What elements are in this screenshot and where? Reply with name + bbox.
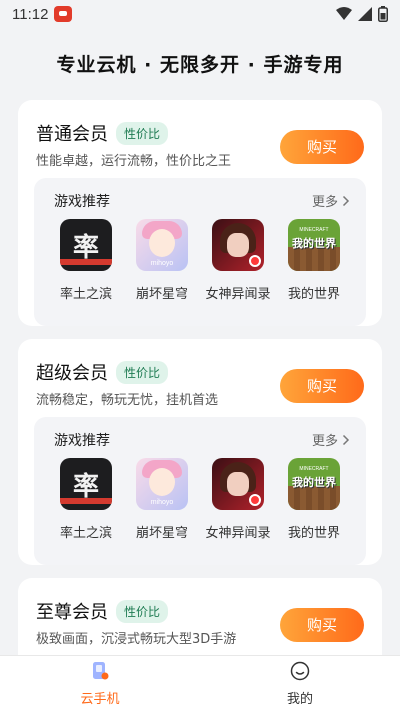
signal-icon bbox=[358, 7, 372, 21]
status-indicators bbox=[336, 6, 388, 22]
recommendations-title: 游戏推荐 bbox=[54, 433, 110, 449]
game-name: 女神异闻录 bbox=[205, 526, 271, 541]
battery-icon bbox=[378, 6, 388, 22]
game-icon-logo: 我的世界 bbox=[292, 476, 336, 489]
game-list: 率 率土之滨 mihoyo 崩坏星穹 女神异闻录 MINECRAFT 我的世界 … bbox=[48, 458, 352, 541]
more-link[interactable]: 更多 bbox=[312, 191, 350, 210]
tab-label: 我的 bbox=[286, 691, 313, 707]
more-label: 更多 bbox=[311, 434, 338, 449]
plan-name: 超级会员 bbox=[36, 363, 108, 384]
game-icon bbox=[212, 458, 264, 510]
game-icon: MINECRAFT 我的世界 bbox=[288, 458, 340, 510]
game-icon: MINECRAFT 我的世界 bbox=[288, 219, 340, 271]
game-item[interactable]: MINECRAFT 我的世界 我的世界 bbox=[276, 458, 352, 541]
game-name: 崩坏星穹 bbox=[135, 526, 188, 541]
card-title: 普通会员 性价比 bbox=[36, 120, 169, 146]
game-icon-subtitle: MINECRAFT bbox=[299, 227, 329, 233]
game-item[interactable]: mihoyo 崩坏星穹 bbox=[124, 458, 200, 541]
game-name: 女神异闻录 bbox=[205, 287, 271, 302]
chevron-right-icon bbox=[342, 434, 350, 446]
value-badge: 性价比 bbox=[116, 599, 169, 623]
plan-name: 普通会员 bbox=[36, 124, 108, 145]
plan-name: 至尊会员 bbox=[36, 602, 108, 623]
game-name: 我的世界 bbox=[287, 526, 340, 541]
game-list: 率 率土之滨 mihoyo 崩坏星穹 女神异闻录 MINECRAFT 我的世界 … bbox=[48, 219, 352, 302]
card-title: 至尊会员 性价比 bbox=[36, 598, 169, 624]
game-name: 崩坏星穹 bbox=[135, 287, 188, 302]
status-bar: 11:12 bbox=[0, 0, 400, 28]
game-recommendations: 游戏推荐 更多 率 率土之滨 mihoyo 崩坏星穹 女神异闻录 MINECRA… bbox=[34, 178, 366, 326]
game-item[interactable]: 女神异闻录 bbox=[200, 458, 276, 541]
membership-card-super: 超级会员 性价比 流畅稳定，畅玩无忧，挂机首选 购买 游戏推荐 更多 率 率土之… bbox=[18, 339, 382, 565]
tab-cloud-phone[interactable]: 云手机 bbox=[0, 656, 200, 711]
game-icon: 率 bbox=[60, 219, 112, 271]
plan-description: 性能卓越，运行流畅，性价比之王 bbox=[36, 154, 232, 169]
game-icon: mihoyo bbox=[136, 219, 188, 271]
game-item[interactable]: 率 率土之滨 bbox=[48, 219, 124, 302]
value-badge: 性价比 bbox=[116, 121, 169, 145]
game-name: 我的世界 bbox=[287, 287, 340, 302]
game-item[interactable]: mihoyo 崩坏星穹 bbox=[124, 219, 200, 302]
tab-mine[interactable]: 我的 bbox=[200, 656, 400, 711]
game-icon bbox=[212, 219, 264, 271]
app-notification-icon bbox=[54, 6, 73, 22]
game-item[interactable]: 率 率土之滨 bbox=[48, 458, 124, 541]
more-link[interactable]: 更多 bbox=[312, 430, 350, 449]
tab-label: 云手机 bbox=[80, 691, 120, 707]
page-headline: 专业云机 · 无限多开 · 手游专用 bbox=[56, 54, 344, 76]
bottom-tab-bar: 云手机 我的 bbox=[0, 655, 400, 711]
game-name: 率土之滨 bbox=[59, 526, 112, 541]
recommendations-title: 游戏推荐 bbox=[54, 194, 110, 210]
game-icon-tag: mihoyo bbox=[150, 260, 174, 267]
plan-description: 极致画面，沉浸式畅玩大型3D手游 bbox=[36, 632, 237, 647]
game-icon: mihoyo bbox=[136, 458, 188, 510]
card-title: 超级会员 性价比 bbox=[36, 359, 169, 385]
game-icon-tag: mihoyo bbox=[150, 499, 174, 506]
buy-button[interactable]: 购买 bbox=[280, 608, 364, 642]
buy-button[interactable]: 购买 bbox=[280, 369, 364, 403]
game-item[interactable]: MINECRAFT 我的世界 我的世界 bbox=[276, 219, 352, 302]
wifi-icon bbox=[336, 7, 352, 21]
buy-button[interactable]: 购买 bbox=[280, 130, 364, 164]
status-time: 11:12 bbox=[12, 5, 49, 23]
more-label: 更多 bbox=[311, 195, 338, 210]
value-badge: 性价比 bbox=[116, 360, 169, 384]
game-icon: 率 bbox=[60, 458, 112, 510]
game-item[interactable]: 女神异闻录 bbox=[200, 219, 276, 302]
game-icon-subtitle: MINECRAFT bbox=[299, 466, 329, 472]
cloud-phone-icon bbox=[91, 661, 109, 685]
game-name: 率土之滨 bbox=[59, 287, 112, 302]
smile-icon bbox=[290, 661, 310, 685]
plan-description: 流畅稳定，畅玩无忧，挂机首选 bbox=[36, 393, 219, 408]
membership-card-basic: 普通会员 性价比 性能卓越，运行流畅，性价比之王 购买 游戏推荐 更多 率 率土… bbox=[18, 100, 382, 326]
game-icon-logo: 我的世界 bbox=[292, 237, 336, 250]
game-recommendations: 游戏推荐 更多 率 率土之滨 mihoyo 崩坏星穹 女神异闻录 MINECRA… bbox=[34, 417, 366, 565]
chevron-right-icon bbox=[342, 195, 350, 207]
